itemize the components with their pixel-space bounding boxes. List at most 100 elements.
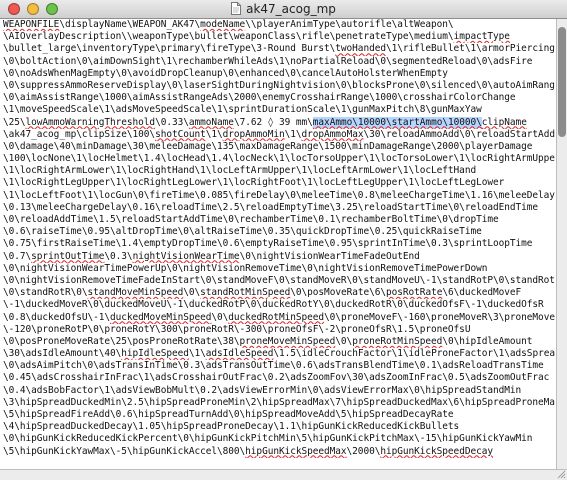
text-line[interactable]: \100\locNone\1\locHelmet\1.4\locHead\1.4…	[3, 153, 555, 165]
text-segment: \0.75\firstRaiseTime\1.4\emptyDropTime\0…	[3, 238, 533, 250]
text-segment: \0\hipGunKickReducedKickPercent\0\hipGun…	[3, 433, 533, 445]
text-line[interactable]: \0\adsAimPitch\0\adsTransInTime\0.3\adsT…	[3, 360, 555, 372]
text-line[interactable]: \0\nightVisionRemoveTimeFadeInStart\0\st…	[3, 275, 555, 287]
text-line[interactable]: \1\locLeftFoot\1\locGun\0\fireTime\0.085…	[3, 190, 555, 202]
text-line[interactable]: \5\hipGunKickYawMax\-5\hipGunKickAccel\8…	[3, 446, 555, 458]
text-segment: \-1\duckedMoveR\0\duckedMoveU\-1\duckedR…	[3, 299, 544, 311]
text-line[interactable]: \0\posProneMoveRate\25\posProneRotRate\3…	[3, 336, 555, 348]
text-line[interactable]: \0.8\duckedOfsU\-1\duckedMoveMinSpeed\0\…	[3, 312, 555, 324]
vertical-scrollbar-thumb[interactable]	[558, 27, 566, 137]
text-line[interactable]: \1\locRightArmLower\1\locRightHand\1\loc…	[3, 165, 555, 177]
text-segment: \0\aimAssistRange\1000\aimAssistRangeAds…	[3, 92, 516, 104]
misspelled-word: hipIdleSpeed	[121, 348, 189, 360]
text-segment: \0.33\	[155, 116, 189, 128]
misspelled-word: dropAmmoMax	[301, 128, 364, 140]
text-line[interactable]: \4\hipSpreadDuckedDecay\1.05\hipSpreadPr…	[3, 421, 555, 433]
misspelled-word: proneRotMinSpeed	[352, 335, 443, 347]
text-segment: \-120\proneRotP\0\proneRotY\300\proneRot…	[3, 323, 471, 335]
window-title-wrap: ak47_acog_mp	[0, 2, 567, 16]
selected-text: maxAmmo\10000\startAmmo\10000\	[312, 116, 482, 128]
text-line[interactable]: \0\hipGunKickReducedKickPercent\0\hipGun…	[3, 433, 555, 445]
text-line[interactable]: \0.7\sprintOutTime\0.3\nightVisionWearTi…	[3, 251, 555, 263]
text-line[interactable]: \0\nightVisionWearTimePowerUp\0\nightVis…	[3, 263, 555, 275]
misspelled-word: modeName	[200, 19, 246, 30]
text-segment: \0\reloadAddTime\1.5\reloadStartAddTime\…	[3, 214, 499, 225]
text-segment: \1\	[188, 348, 206, 360]
document-icon[interactable]	[231, 2, 242, 15]
text-editor-window: ak47_acog_mp WEAPONFILE\displayName\WEAP…	[0, 0, 567, 480]
text-segment: \displayName\WEAPON_AK47\	[59, 19, 201, 30]
text-segment: \AIOverlayDescription\\weaponType\bullet…	[3, 31, 454, 43]
text-segment: \bullet_large\inventoryType\primary\fire…	[3, 43, 336, 55]
text-segment: \1\moveSpeedScale\1\adsMoveSpeedScale\1\…	[3, 104, 482, 116]
text-line[interactable]: \25\lowAmmoWarningThreshold\0.33\ammoNam…	[3, 116, 555, 129]
text-line[interactable]: \0\reloadAddTime\1.5\reloadStartAddTime\…	[3, 214, 555, 226]
text-segment: \4\hipSpreadDuckedDecay\1.05\hipSpreadPr…	[3, 421, 460, 433]
text-line[interactable]: \0\damage\40\minDamage\30\meleeDamage\13…	[3, 141, 555, 153]
text-segment: \1\locRightArmLower\1\locRightHand\1\loc…	[3, 165, 477, 177]
text-segment: \0\proneMoveF\-160\proneMoveR\3\proneMov…	[324, 311, 555, 323]
text-line[interactable]: \-120\proneRotP\0\proneRotY\300\proneRot…	[3, 324, 555, 336]
text-segment: \1.5\idleCrouchFactor\1\idleProneFactor\…	[273, 348, 555, 360]
misspelled-word: adsIdleSpeed	[205, 348, 274, 360]
text-segment: \0\boltAction\0\aimDownSight\1\rechamber…	[3, 55, 533, 67]
misspelled-word: dropAmmoMin	[222, 128, 285, 140]
text-line[interactable]: \-1\duckedMoveR\0\duckedMoveU\-1\duckedR…	[3, 299, 555, 311]
text-area[interactable]: WEAPONFILE\displayName\WEAPON_AK47\modeN…	[0, 19, 556, 469]
text-segment: \0\standRotR\0\	[3, 287, 88, 299]
text-line[interactable]: \0.45\adsCrosshairInFrac\1\adsCrosshairO…	[3, 372, 555, 384]
text-segment: \0\damage\40\minDamage\30\meleeDamage\13…	[3, 140, 533, 152]
text-line[interactable]: WEAPONFILE\displayName\WEAPON_AK47\modeN…	[3, 19, 555, 31]
title-bar[interactable]: ak47_acog_mp	[0, 0, 567, 19]
text-line[interactable]: \0\boltAction\0\aimDownSight\1\rechamber…	[3, 56, 555, 68]
text-segment: \3\hipSpreadDuckedMin\2.5\hipSpreadProne…	[3, 396, 555, 408]
text-segment: \0\	[183, 287, 201, 299]
text-line[interactable]: \AIOverlayDescription\\weaponType\bullet…	[3, 31, 555, 43]
text-line[interactable]: \ak47_acog_mp\clipSize\100\shotCount\1\d…	[3, 129, 555, 141]
misspelled-word: ammoName	[188, 116, 234, 128]
resize-grip-icon[interactable]	[557, 470, 566, 479]
text-segment: \0\posMoveRate\6\	[290, 287, 387, 299]
text-segment: \1\rifleBullet\1\armorPiercing	[385, 43, 555, 55]
text-segment: \0\	[211, 311, 229, 323]
text-line[interactable]: \0.75\firstRaiseTime\1.4\emptyDropTime\0…	[3, 238, 555, 250]
vertical-scrollbar[interactable]	[556, 19, 567, 469]
text-line[interactable]: \0.13\meleeChargeDelay\0.16\reloadTime\2…	[3, 202, 555, 214]
misspelled-word: clipName	[481, 116, 527, 128]
text-line[interactable]: \0\noAdsWhenMagEmpty\0\avoidDropCleanup\…	[3, 68, 555, 80]
misspelled-word: hipGunKickSpeedDecay	[380, 445, 493, 457]
text-line[interactable]: \1\moveSpeedScale\1\adsMoveSpeedScale\1\…	[3, 104, 555, 116]
text-line[interactable]: \0\standRotR\0\standMoveMinSpeed\0\stand…	[3, 287, 555, 299]
text-line[interactable]: \5\hipSpreadFireAdd\0.6\hipSpreadTurnAdd…	[3, 409, 555, 421]
text-segment: \0.6\raiseTime\0.95\altDropTime\0\altRai…	[3, 226, 482, 238]
misspelled-word: WEAPONFILE	[3, 19, 60, 30]
text-line[interactable]: \3\hipSpreadDuckedMin\2.5\hipSpreadProne…	[3, 397, 555, 409]
misspelled-word: duckedMoveMinSpeed	[110, 311, 212, 323]
text-segment: \0.13\meleeChargeDelay\0.16\reloadTime\2…	[3, 201, 539, 213]
text-line[interactable]: \0.4\adsBobFactor\1\adsViewBobMult\0.2\a…	[3, 385, 555, 397]
text-segment: \0\suppressAmmoReserveDisplay\0\laserSig…	[3, 79, 555, 91]
text-line[interactable]: \0.6\raiseTime\0.95\altDropTime\0\altRai…	[3, 226, 555, 238]
misspelled-word: duckedRotMinSpeed	[228, 311, 325, 323]
text-segment: \0.7\	[3, 250, 32, 262]
text-segment: \0\	[335, 335, 353, 347]
text-segment: \1\locRightLegUpper\1\locRightLegLower\1…	[3, 177, 505, 189]
misspelled-word: proneMoveMinSpeed	[239, 335, 336, 347]
text-line[interactable]: \0\suppressAmmoReserveDisplay\0\laserSig…	[3, 80, 555, 92]
text-segment: \5\hipSpreadFireAdd\0.6\hipSpreadTurnAdd…	[3, 409, 454, 420]
text-segment: \ak47_acog_mp\clipSize\100\	[3, 128, 156, 140]
text-segment: \1\	[205, 128, 223, 140]
text-line[interactable]: \0\aimAssistRange\1000\aimAssistRangeAds…	[3, 92, 555, 104]
text-line[interactable]: \1\locRightLegUpper\1\locRightLegLower\1…	[3, 177, 555, 189]
text-segment: \1\	[284, 128, 302, 140]
text-line[interactable]: \30\adsIdleAmount\40\hipIdleSpeed\1\adsI…	[3, 348, 555, 360]
misspelled-word: standMoveMinSpeed	[87, 287, 184, 299]
misspelled-word: nightVisionWearTime	[132, 250, 240, 262]
text-segment: \0\nightVisionRemoveTimeFadeInStart\0\st…	[3, 274, 555, 286]
misspelled-word: standRotMinSpeed	[200, 287, 291, 299]
text-line[interactable]: \bullet_large\inventoryType\primary\fire…	[3, 43, 555, 55]
misspelled-word: posRotRate	[386, 287, 443, 299]
text-segment: \0.4\adsBobFactor\1\adsViewBobMult\0.2\a…	[3, 384, 522, 396]
text-content[interactable]: WEAPONFILE\displayName\WEAPON_AK47\modeN…	[3, 19, 555, 458]
text-segment: \0.3\	[104, 250, 133, 262]
